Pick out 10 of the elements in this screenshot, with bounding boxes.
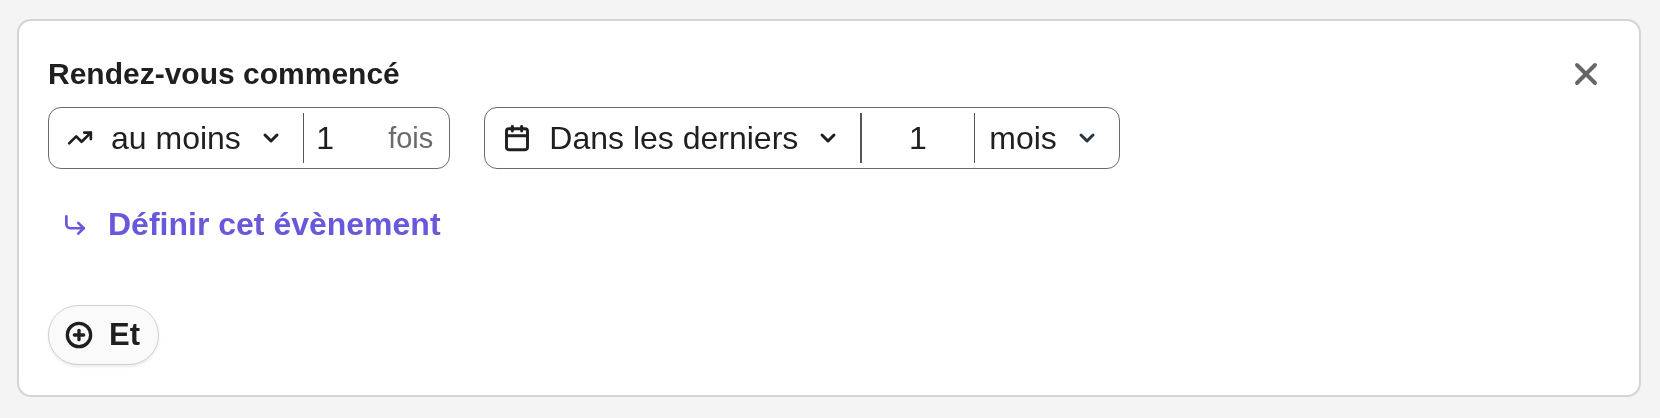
- condition-title: Rendez-vous commencé: [48, 56, 400, 92]
- count-field[interactable]: 1 fois: [304, 108, 450, 168]
- calendar-icon: [503, 124, 532, 152]
- operator-dropdown[interactable]: au moins: [49, 108, 303, 168]
- and-button[interactable]: Et: [48, 305, 159, 365]
- period-count-field[interactable]: 1: [861, 108, 974, 168]
- unit-dropdown[interactable]: mois: [975, 108, 1119, 168]
- plus-circle-icon: [65, 321, 93, 349]
- period-dropdown[interactable]: Dans les derniers: [485, 108, 861, 168]
- define-event-link[interactable]: Définir cet évènement: [62, 206, 441, 243]
